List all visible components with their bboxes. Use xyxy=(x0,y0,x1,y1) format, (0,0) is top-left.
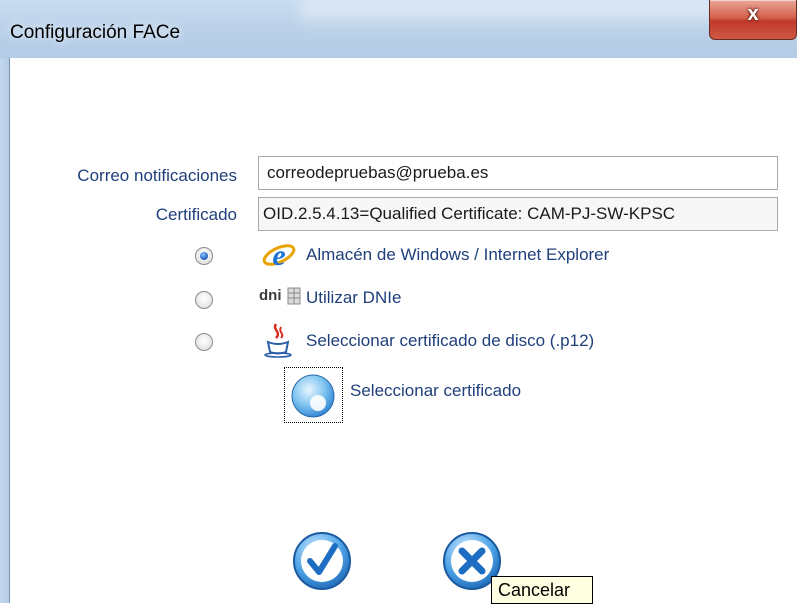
email-label: Correo notificaciones xyxy=(77,166,237,185)
svg-text:e: e xyxy=(272,239,285,272)
option-label-dnie: Utilizar DNIe xyxy=(306,288,402,307)
dni-chip-icon xyxy=(287,287,301,305)
select-certificate-label: Seleccionar certificado xyxy=(350,381,522,400)
certificate-label: Certificado xyxy=(155,205,237,224)
cancel-tooltip: Cancelar xyxy=(491,576,593,604)
dni-icon: dni xyxy=(259,287,282,304)
title-bar-glass xyxy=(300,0,720,30)
window-title: Configuración FACe xyxy=(10,22,181,43)
radio-windows-store[interactable] xyxy=(195,247,213,265)
internet-explorer-icon: e xyxy=(262,239,296,272)
email-field[interactable] xyxy=(258,156,778,190)
certificate-value: OID.2.5.4.13=Qualified Certificate: CAM-… xyxy=(263,204,676,223)
close-button[interactable]: x xyxy=(709,0,797,40)
close-icon: x xyxy=(747,3,759,25)
option-label-windows: Almacén de Windows / Internet Explorer xyxy=(306,245,610,264)
certificate-field[interactable]: OID.2.5.4.13=Qualified Certificate: CAM-… xyxy=(258,197,778,231)
title-bar: Configuración FACe x xyxy=(0,0,797,58)
java-icon xyxy=(264,323,292,358)
accept-button[interactable] xyxy=(291,530,353,592)
window-left-border xyxy=(0,58,10,603)
option-label-disk: Seleccionar certificado de disco (.p12) xyxy=(306,331,595,350)
disc-icon xyxy=(291,374,335,418)
radio-dnie[interactable] xyxy=(195,291,213,309)
select-certificate-button[interactable] xyxy=(284,367,343,423)
radio-disk-p12[interactable] xyxy=(195,333,213,351)
